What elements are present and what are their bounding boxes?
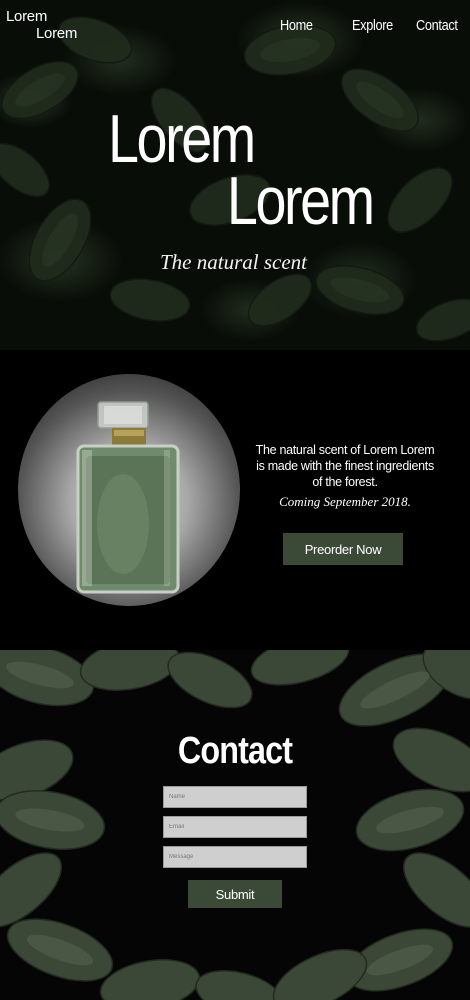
nav-explore-link[interactable]: Explore	[352, 17, 393, 34]
brand-line-2: Lorem	[36, 25, 78, 42]
brand-line-1: Lorem	[6, 8, 48, 25]
preorder-button[interactable]: Preorder Now	[283, 533, 403, 565]
hero-title-line-2: Lorem	[226, 163, 375, 239]
perfume-bottle-icon	[76, 401, 180, 594]
launch-date-text: Coming September 2018.	[279, 494, 411, 509]
contact-title: Contact	[177, 730, 293, 772]
brand-logo[interactable]: Lorem Lorem	[6, 8, 77, 42]
name-input[interactable]	[163, 786, 307, 808]
nav-contact-link[interactable]: Contact	[416, 17, 458, 34]
hero-tagline: The natural scent	[160, 250, 307, 274]
product-description: The natural scent of Lorem Lorem is made…	[255, 443, 435, 489]
hero-section: Lorem Lorem Home Explore Contact Lorem L…	[0, 0, 470, 350]
contact-section: Contact Submit	[0, 650, 470, 1000]
perfume-bottle-image	[18, 374, 240, 606]
message-input[interactable]	[163, 846, 307, 868]
submit-button[interactable]: Submit	[188, 880, 282, 908]
nav-home-link[interactable]: Home	[280, 17, 313, 34]
product-section: The natural scent of Lorem Lorem is made…	[0, 350, 470, 650]
hero-title: Lorem Lorem	[108, 105, 375, 239]
email-input[interactable]	[163, 816, 307, 838]
